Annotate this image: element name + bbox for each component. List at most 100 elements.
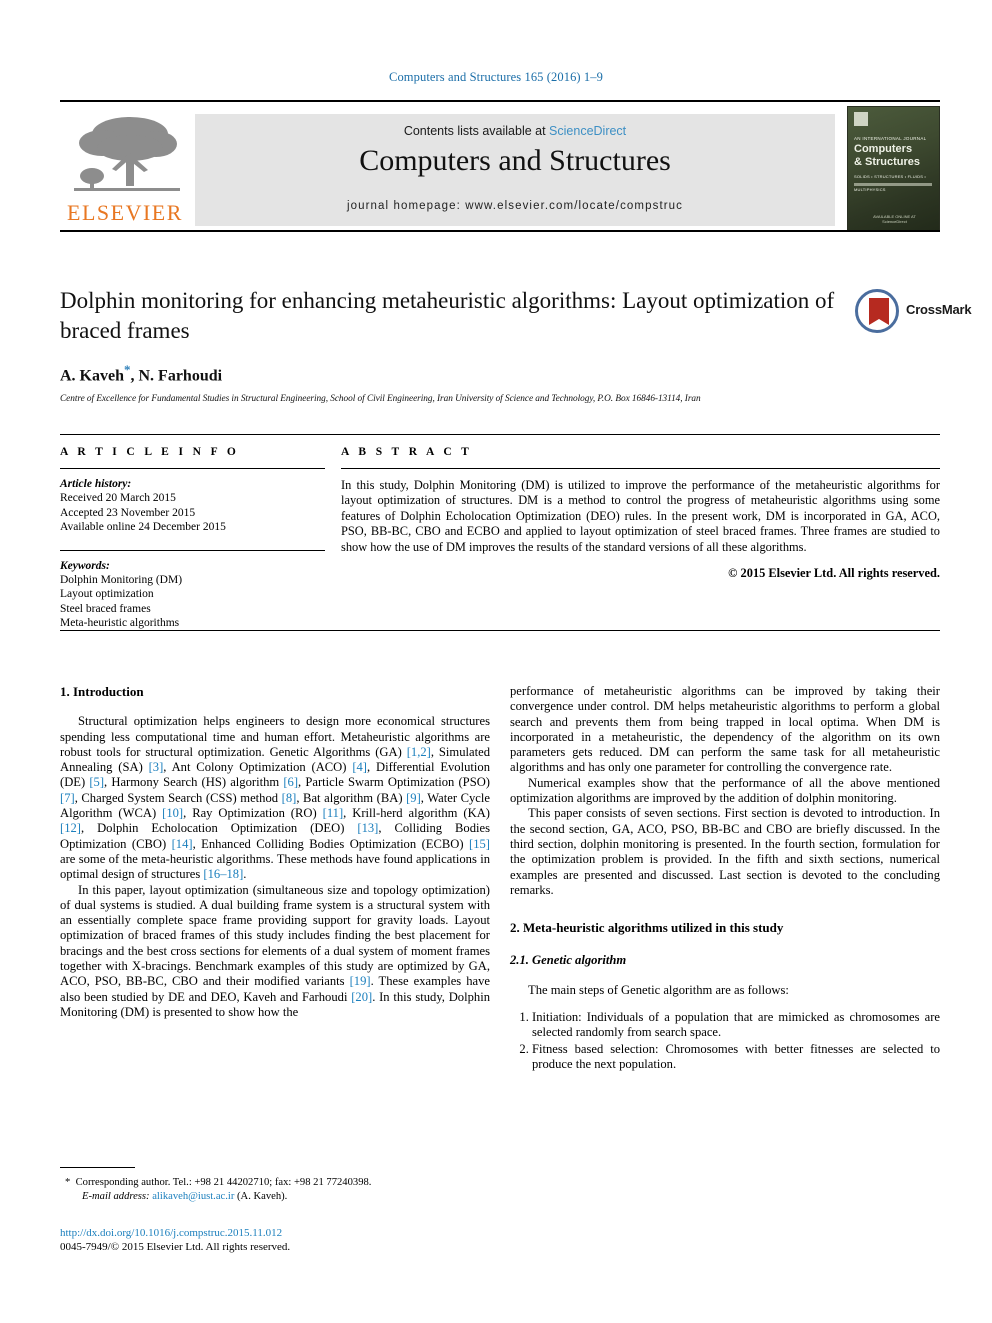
list-item: Initiation: Individuals of a population … (532, 1010, 940, 1041)
citation-ref[interactable]: [15] (469, 837, 490, 851)
genetic-algorithm-intro: The main steps of Genetic algorithm are … (528, 982, 789, 997)
history-received: Received 20 March 2015 (60, 492, 176, 504)
genetic-algorithm-steps: Initiation: Individuals of a population … (510, 1010, 940, 1072)
elsevier-logo: ELSEVIER (60, 112, 190, 227)
crossmark-icon (855, 289, 899, 333)
contents-available-line: Contents lists available at ScienceDirec… (195, 124, 835, 138)
intro-p1-seg: are some of the meta-heuristic algorithm… (60, 851, 490, 882)
journal-cover-thumbnail: AN INTERNATIONAL JOURNAL Computers & Str… (847, 106, 940, 232)
journal-title: Computers and Structures (359, 144, 671, 177)
email-owner: (A. Kaveh). (237, 1191, 288, 1202)
intro-p1-seg: , Particle Swarm Optimization (PSO) (298, 775, 490, 790)
author-secondary: , N. Farhoudi (130, 367, 223, 385)
sciencedirect-link[interactable]: ScienceDirect (549, 124, 626, 138)
intro-paragraph-3: performance of metaheuristic algorithms … (510, 684, 940, 775)
journal-homepage-line[interactable]: journal homepage: www.elsevier.com/locat… (195, 200, 835, 212)
intro-p1-seg: , Ray Optimization (RO) (183, 806, 323, 821)
history-accepted: Accepted 23 November 2015 (60, 506, 196, 519)
intro-paragraph-4: Numerical examples show that the perform… (510, 775, 940, 806)
body-column-right: performance of metaheuristic algorithms … (510, 684, 940, 1073)
abstract-heading: A B S T R A C T (341, 446, 473, 458)
article-history-label: Article history: (60, 478, 132, 490)
author-list: A. Kaveh*, N. Farhoudi (60, 362, 940, 385)
citation-ref[interactable]: [11] (323, 806, 344, 820)
page-title: Dolphin monitoring for enhancing metaheu… (60, 288, 835, 343)
intro-p1-seg: , Dolphin Echolocation Optimization (DEO… (80, 821, 358, 836)
citation-ref[interactable]: [6] (283, 775, 298, 789)
section-heading-introduction: 1. Introduction (60, 684, 144, 699)
email-note: E-mail address: alikaveh@iust.ac.ir (A. … (60, 1190, 490, 1204)
email-label: E-mail address: (82, 1191, 150, 1202)
asterisk-icon: * (65, 1177, 76, 1188)
intro-p1-seg: , Ant Colony Optimization (ACO) (163, 760, 353, 775)
citation-ref[interactable]: [12] (60, 821, 81, 835)
cover-footer-line2: ScienceDirect (882, 219, 907, 224)
keyword-item: Layout optimization (60, 588, 154, 600)
intro-p1-seg: . (243, 867, 247, 882)
contents-prefix-text: Contents lists available at (403, 124, 550, 138)
intro-paragraph-5: This paper consists of seven sections. F… (510, 806, 940, 897)
author-affiliation: Centre of Excellence for Fundamental Stu… (60, 394, 701, 405)
article-info-heading: A R T I C L E I N F O (60, 446, 240, 458)
citation-ref[interactable]: [14] (172, 837, 193, 851)
intro-p1-seg: , Charged System Search (CSS) method (74, 790, 282, 805)
citation-ref[interactable]: [16–18] (203, 867, 243, 881)
footnote-rule (60, 1167, 135, 1168)
cover-divider (854, 183, 932, 186)
history-available-online: Available online 24 December 2015 (60, 521, 226, 533)
abstract-copyright: © 2015 Elsevier Ltd. All rights reserved… (728, 566, 940, 581)
journal-masthead: ELSEVIER Contents lists available at Sci… (60, 100, 940, 232)
list-item: Fitness based selection: Chromosomes wit… (532, 1042, 940, 1073)
author-primary: A. Kaveh (60, 367, 124, 385)
citation-ref[interactable]: [1,2] (407, 745, 431, 759)
abstract-column: A B S T R A C T In this study, Dolphin M… (341, 446, 940, 581)
corresponding-author-text: Corresponding author. Tel.: +98 21 44202… (75, 1177, 372, 1188)
cover-publisher-mark (854, 112, 868, 126)
keywords-label: Keywords: (60, 559, 110, 572)
crossmark-badge[interactable]: CrossMark (855, 289, 992, 337)
cover-title-line1: Computers (854, 143, 913, 155)
elsevier-tree-icon (68, 112, 186, 200)
cover-footer: AVAILABLE ONLINE AT ScienceDirect (848, 214, 939, 224)
citation-ref[interactable]: [10] (162, 806, 183, 820)
info-section-top-rule (60, 434, 940, 435)
section-heading-metaheuristic: 2. Meta-heuristic algorithms utilized in… (510, 920, 784, 936)
citation-ref[interactable]: [7] (60, 791, 75, 805)
intro-paragraph-2: In this paper, layout optimization (simu… (60, 883, 490, 1021)
citation-ref[interactable]: [19] (350, 974, 371, 988)
citation-ref[interactable]: [5] (89, 775, 104, 789)
citation-ref[interactable]: [20] (351, 990, 372, 1004)
masthead-gray-band: Contents lists available at ScienceDirec… (195, 114, 835, 226)
article-title-block: Dolphin monitoring for enhancing metaheu… (60, 286, 972, 405)
cover-title-line2: & Structures (854, 156, 921, 168)
masthead-top-rule (60, 100, 940, 102)
body-column-left: 1. Introduction Structural optimization … (60, 684, 490, 1020)
article-info-column: A R T I C L E I N F O Article history: R… (60, 446, 325, 631)
citation-ref[interactable]: [8] (282, 791, 297, 805)
elsevier-wordmark: ELSEVIER (67, 200, 183, 225)
issn-copyright-line: 0045-7949/© 2015 Elsevier Ltd. All right… (60, 1241, 291, 1253)
abstract-text: In this study, Dolphin Monitoring (DM) i… (341, 478, 940, 554)
intro-p1-seg: , Bat algorithm (BA) (296, 790, 407, 805)
crossmark-label: CrossMark (906, 302, 972, 317)
keyword-item: Steel braced frames (60, 602, 151, 615)
article-page: Computers and Structures 165 (2016) 1–9 (0, 0, 992, 1323)
intro-p1-seg: , Harmony Search (HS) algorithm (104, 775, 284, 790)
citation-ref[interactable]: [4] (352, 760, 367, 774)
citation-ref[interactable]: [9] (406, 791, 421, 805)
email-link[interactable]: alikaveh@iust.ac.ir (152, 1191, 234, 1202)
keyword-item: Dolphin Monitoring (DM) (60, 573, 183, 586)
crossmark-bookmark-shape (869, 298, 889, 325)
footnote-block: * Corresponding author. Tel.: +98 21 442… (60, 1176, 490, 1204)
citation-ref[interactable]: [3] (149, 760, 164, 774)
doi-link[interactable]: http://dx.doi.org/10.1016/j.compstruc.20… (60, 1226, 490, 1240)
citation-ref[interactable]: [13] (357, 821, 378, 835)
running-head: Computers and Structures 165 (2016) 1–9 (389, 70, 603, 84)
intro-p1-seg: , Enhanced Colliding Bodies Optimization… (192, 836, 470, 851)
masthead-bottom-rule (60, 230, 940, 232)
imprint-block: http://dx.doi.org/10.1016/j.compstruc.20… (60, 1226, 490, 1254)
info-section-bottom-rule (60, 630, 940, 631)
keyword-item: Meta-heuristic algorithms (60, 617, 180, 629)
subsection-heading-genetic-algorithm: 2.1. Genetic algorithm (510, 953, 627, 968)
corresponding-author-note: * Corresponding author. Tel.: +98 21 442… (60, 1176, 490, 1190)
